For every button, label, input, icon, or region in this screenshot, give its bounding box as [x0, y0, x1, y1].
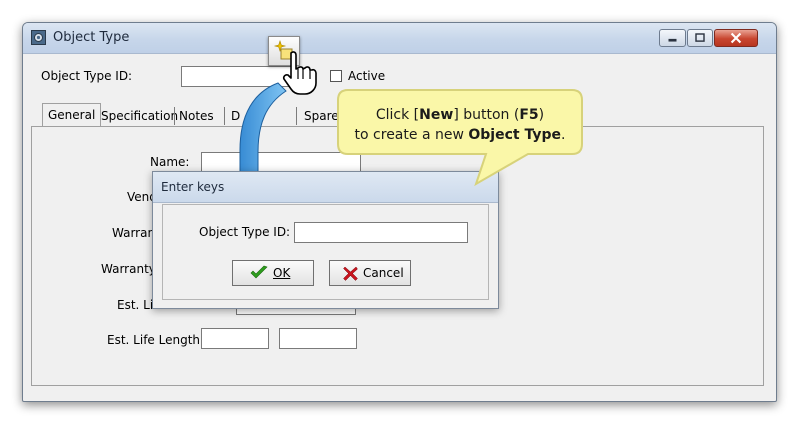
enter-keys-dialog: Enter keys Object Type ID: OK Cancel — [152, 171, 499, 309]
dialog-title: Enter keys — [161, 180, 225, 194]
active-checkbox[interactable] — [330, 70, 342, 82]
callout-line-2: to create a new Object Type. — [354, 127, 566, 143]
est-life-length-label: Est. Life Length: — [107, 333, 205, 347]
callout-line-1: Click [New] button (F5) — [375, 107, 545, 123]
minimize-icon — [668, 38, 677, 42]
object-type-id-label: Object Type ID: — [41, 69, 133, 83]
ok-button[interactable]: OK — [232, 260, 314, 286]
cancel-label: Cancel — [363, 266, 404, 280]
maximize-icon — [695, 33, 705, 42]
tab-specification[interactable]: Specification — [96, 105, 183, 126]
title-bar[interactable]: Object Type — [23, 23, 776, 54]
tab-general[interactable]: General — [42, 103, 102, 126]
warranty-period-label: Warranty — [101, 262, 156, 276]
dialog-body: Object Type ID: OK Cancel — [162, 204, 489, 300]
minimize-button[interactable] — [659, 29, 686, 47]
checkmark-icon — [250, 265, 268, 279]
dialog-object-type-id-input[interactable] — [294, 222, 468, 243]
est-life-length-unit-input[interactable] — [279, 328, 357, 349]
est-life-length-input[interactable] — [201, 328, 269, 349]
close-icon — [730, 32, 742, 44]
maximize-button[interactable] — [687, 29, 713, 47]
window-title: Object Type — [53, 30, 130, 45]
cancel-button[interactable]: Cancel — [329, 260, 411, 286]
ok-label: OK — [273, 266, 291, 280]
warranty-label: Warran — [112, 226, 156, 240]
cancel-x-icon — [343, 266, 358, 281]
callout-text: Click [New] button (F5) to create a new … — [346, 105, 574, 145]
dialog-object-type-id-label: Object Type ID: — [199, 225, 291, 239]
tab-separator — [296, 107, 297, 125]
active-label: Active — [348, 69, 386, 83]
name-label: Name: — [150, 155, 190, 169]
app-gear-icon — [31, 30, 46, 45]
close-button[interactable] — [714, 29, 758, 47]
